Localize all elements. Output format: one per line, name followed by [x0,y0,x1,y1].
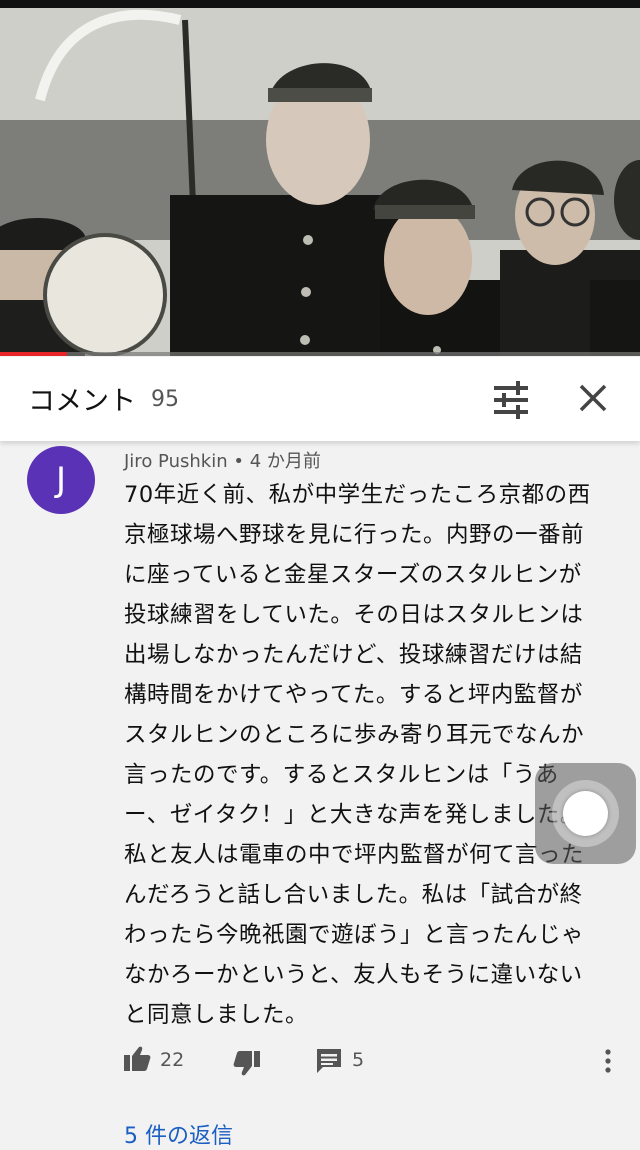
comment-line: なかろーかというと、友人もそうに違いない [124,962,583,988]
meta-separator: • [233,451,250,472]
close-comments-button[interactable] [572,377,614,419]
reply-button[interactable] [315,1046,345,1080]
like-count: 22 [160,1049,185,1071]
comment-meta: Jiro Pushkin • 4 か月前 [124,447,321,473]
reply-count: 5 [352,1049,365,1071]
comment-icon [317,1049,341,1073]
comment-line: と同意しました。 [124,1002,309,1028]
comment-line: スタルヒンのところに歩み寄り耳元でなんか [124,722,585,748]
avatar-letter: J [55,460,67,500]
video-progress-fill [0,352,68,356]
comments-count: 95 [151,387,179,412]
comments-title: コメント [28,386,136,417]
video-frame-image [0,0,640,356]
sort-filter-button[interactable] [488,377,534,423]
video-progress-bar[interactable] [0,352,640,356]
comment-actions: 22 5 [122,1044,622,1080]
comment-line: に座っていると金星スターズのスタルヒンが [124,562,582,588]
comment-line: 70年近く前、私が中学生だったころ京都の西 [124,482,591,508]
thumbs-up-icon [124,1046,151,1071]
comment-time: 4 か月前 [249,451,321,472]
more-vert-icon [605,1049,611,1073]
comment-line: 投球練習をしていた。その日はスタルヒンは [124,602,584,628]
like-button[interactable] [122,1044,152,1078]
video-player[interactable] [0,0,640,356]
more-options-button[interactable] [600,1046,616,1080]
comment-line: わったら今晩祇園で遊ぼう」と言ったんじゃ [124,922,585,948]
comment-line: 構時間をかけてやってた。すると坪内監督が [124,682,583,708]
comment-line: んだろうと話し合いました。私は「試合が終 [124,882,583,908]
assistive-touch-button[interactable] [535,763,636,864]
close-icon [579,384,607,412]
comments-header: コメント 95 [0,357,640,441]
avatar[interactable]: J [27,446,95,514]
comment-line: 京極球場へ野球を見に行った。内野の一番前 [124,522,585,548]
comment-author[interactable]: Jiro Pushkin [124,451,228,472]
assistive-touch-dot [563,791,608,836]
view-replies-link[interactable]: 5 件の返信 [124,1118,233,1150]
dislike-button[interactable] [232,1048,262,1082]
comment-body: 70年近く前、私が中学生だったころ京都の西 京極球場へ野球を見に行った。内野の一… [124,475,614,1035]
comment-line: 出場しなかったんだけど、投球練習だけは結 [124,642,583,668]
tune-icon [494,381,528,419]
thumbs-down-icon [233,1051,260,1076]
